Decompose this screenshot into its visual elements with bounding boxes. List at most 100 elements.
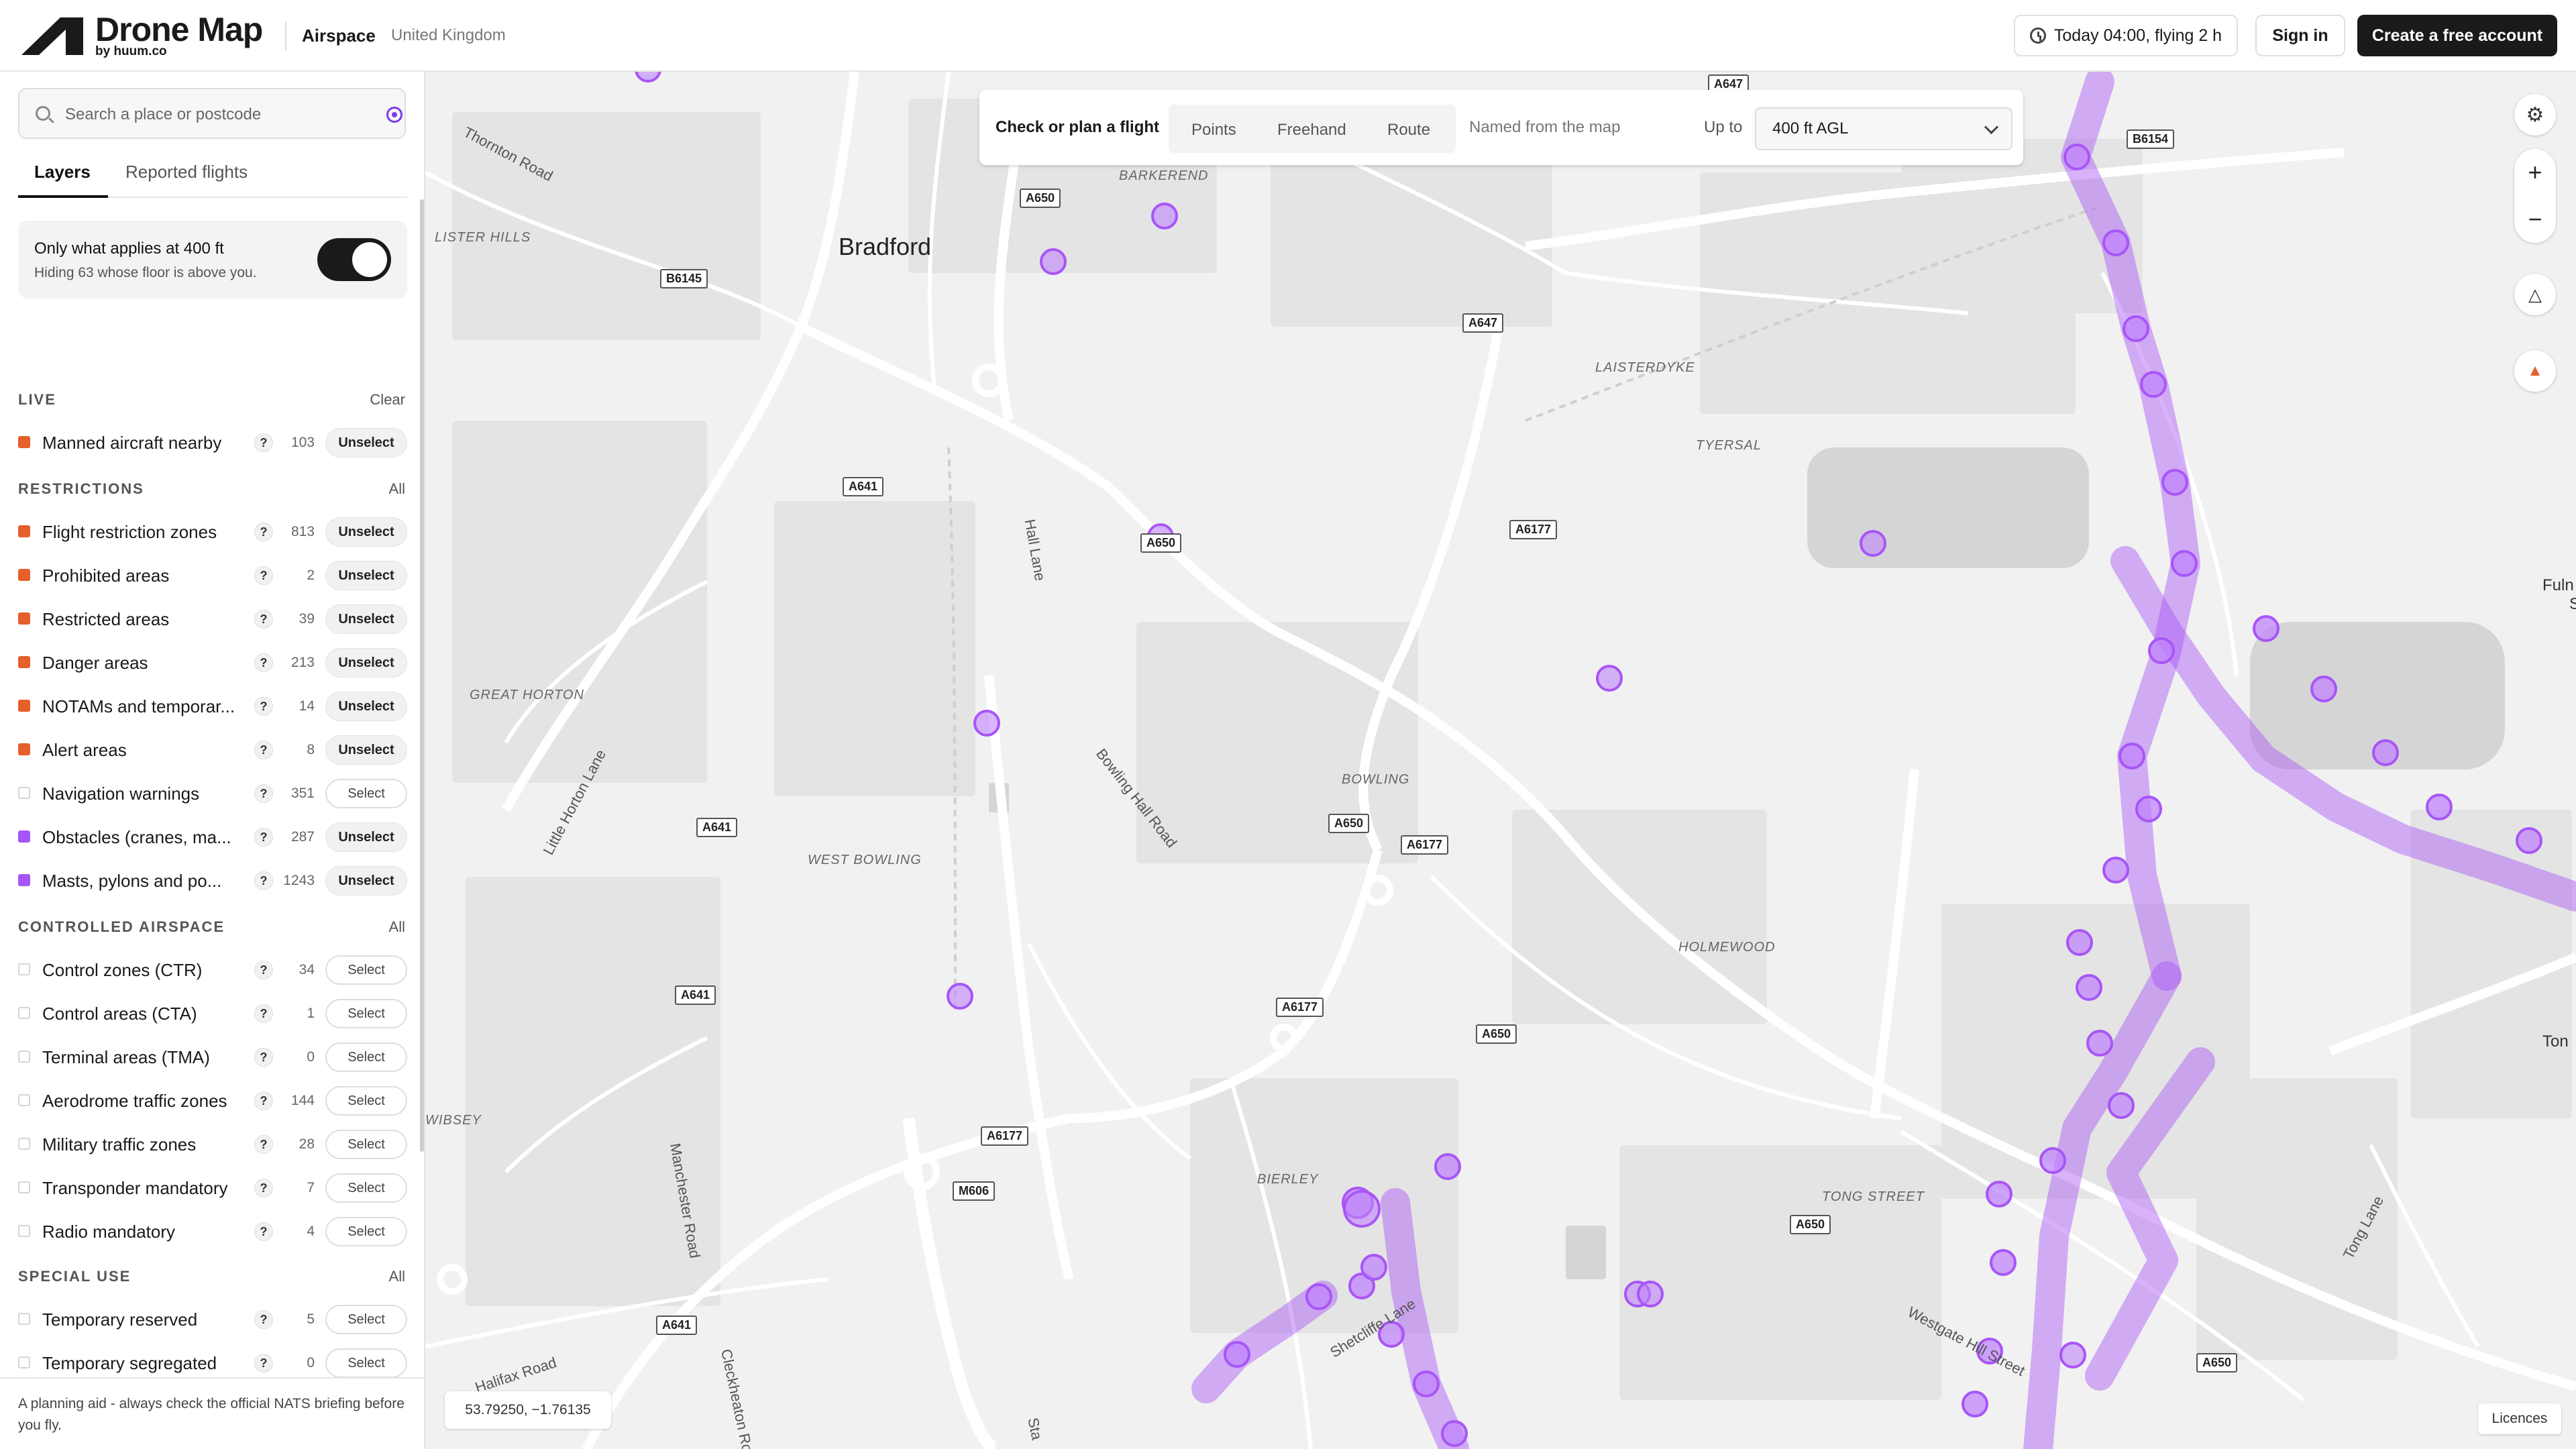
edge-place-label: Ton	[2542, 1032, 2569, 1051]
layer-toggle-button[interactable]: Unselect	[325, 517, 407, 547]
help-icon[interactable]: ?	[254, 697, 273, 716]
layer-row[interactable]: Temporary segregated? 0 Select	[18, 1346, 407, 1380]
help-icon[interactable]: ?	[254, 610, 273, 629]
layer-row[interactable]: Restricted areas? 39 Unselect	[18, 602, 407, 636]
layer-row[interactable]: Control zones (CTR)? 34 Select	[18, 953, 407, 987]
layer-toggle-button[interactable]: Select	[325, 1086, 407, 1116]
help-icon[interactable]: ?	[254, 1179, 273, 1197]
help-icon[interactable]: ?	[254, 1048, 273, 1067]
layer-color-swatch	[18, 1094, 30, 1106]
sidebar-scrollbar[interactable]	[420, 199, 424, 1152]
help-icon[interactable]: ?	[254, 741, 273, 759]
layer-count: 1243	[283, 873, 315, 888]
layer-toggle-button[interactable]: Unselect	[325, 561, 407, 590]
create-account-button[interactable]: Create a free account	[2357, 15, 2557, 56]
layer-row[interactable]: Radio mandatory? 4 Select	[18, 1215, 407, 1248]
layer-row[interactable]: NOTAMs and temporar...? 14 Unselect	[18, 690, 407, 723]
layer-color-swatch	[18, 700, 30, 712]
layer-row[interactable]: Obstacles (cranes, ma...? 287 Unselect	[18, 820, 407, 854]
map-canvas[interactable]: Bradford BARKEREND LISTER HILLS LAISTERD…	[425, 72, 2576, 1449]
mode-points-button[interactable]: Points	[1191, 121, 1236, 140]
layer-toggle-button[interactable]: Unselect	[325, 866, 407, 896]
help-icon[interactable]: ?	[254, 1354, 273, 1373]
drone-map-logo-icon	[21, 17, 83, 55]
layer-row[interactable]: Flight restriction zones? 813 Unselect	[18, 515, 407, 549]
section-action-link[interactable]: All	[389, 480, 405, 498]
help-icon[interactable]: ?	[254, 871, 273, 890]
help-icon[interactable]: ?	[254, 523, 273, 541]
layer-row[interactable]: Manned aircraft nearby? 103 Unselect	[18, 426, 407, 460]
layer-toggle-button[interactable]: Select	[325, 1042, 407, 1072]
licences-button[interactable]: Licences	[2478, 1403, 2561, 1434]
help-icon[interactable]: ?	[254, 1135, 273, 1154]
layer-row[interactable]: Prohibited areas? 2 Unselect	[18, 559, 407, 592]
layer-toggle-button[interactable]: Select	[325, 955, 407, 985]
help-icon[interactable]: ?	[254, 961, 273, 979]
help-icon[interactable]: ?	[254, 1004, 273, 1023]
layer-row[interactable]: Military traffic zones? 28 Select	[18, 1128, 407, 1161]
layer-row[interactable]: Alert areas? 8 Unselect	[18, 733, 407, 767]
layer-row[interactable]: Control areas (CTA)? 1 Select	[18, 997, 407, 1030]
top-header: Drone Map by huum.co Airspace United Kin…	[0, 0, 2576, 72]
layer-toggle-button[interactable]: Select	[325, 1130, 407, 1159]
road-shield: A6177	[1276, 998, 1324, 1017]
layer-label: Radio mandatory	[42, 1222, 175, 1242]
layer-toggle-button[interactable]: Select	[325, 1173, 407, 1203]
layer-color-swatch	[18, 1007, 30, 1019]
altitude-filter-title: Only what applies at 400 ft	[34, 239, 224, 258]
road-shield: A647	[1462, 313, 1504, 333]
mode-freehand-button[interactable]: Freehand	[1277, 121, 1346, 140]
layer-row[interactable]: Aerodrome traffic zones? 144 Select	[18, 1084, 407, 1118]
place-label-district: TONG STREET	[1822, 1189, 1925, 1204]
layer-count: 813	[290, 524, 315, 539]
layer-row[interactable]: Temporary reserved? 5 Select	[18, 1303, 407, 1336]
settings-gear-icon[interactable]: ⚙	[2514, 94, 2556, 136]
section-action-link[interactable]: Clear	[370, 391, 405, 409]
layer-toggle-button[interactable]: Select	[325, 1348, 407, 1378]
layer-toggle-button[interactable]: Unselect	[325, 648, 407, 678]
layer-toggle-button[interactable]: Unselect	[325, 822, 407, 852]
layer-row[interactable]: Transponder mandatory? 7 Select	[18, 1171, 407, 1205]
tilt-3d-icon[interactable]: △	[2514, 274, 2556, 315]
locate-me-icon[interactable]	[386, 107, 402, 123]
road-shield: A641	[656, 1316, 698, 1335]
compass-icon[interactable]: ▲	[2514, 350, 2556, 392]
sign-in-button[interactable]: Sign in	[2255, 15, 2345, 56]
altitude-select[interactable]: 400 ft AGL	[1755, 107, 2012, 150]
layer-label: Transponder mandatory	[42, 1178, 228, 1198]
layer-row[interactable]: Danger areas? 213 Unselect	[18, 646, 407, 680]
tab-layers[interactable]: Layers	[34, 162, 91, 182]
layer-toggle-button[interactable]: Select	[325, 1305, 407, 1334]
layer-toggle-button[interactable]: Unselect	[325, 604, 407, 634]
section-action-link[interactable]: All	[389, 918, 405, 936]
help-icon[interactable]: ?	[254, 784, 273, 803]
layer-toggle-button[interactable]: Unselect	[325, 735, 407, 765]
layer-toggle-button[interactable]: Select	[325, 779, 407, 808]
help-icon[interactable]: ?	[254, 566, 273, 585]
layer-toggle-button[interactable]: Select	[325, 999, 407, 1028]
section-action-link[interactable]: All	[389, 1268, 405, 1285]
place-label-district: WIBSEY	[425, 1113, 482, 1128]
help-icon[interactable]: ?	[254, 653, 273, 672]
altitude-filter-toggle[interactable]	[317, 238, 391, 281]
layer-toggle-button[interactable]: Unselect	[325, 428, 407, 458]
time-window-chip[interactable]: Today 04:00, flying 2 h	[2014, 15, 2238, 56]
help-icon[interactable]: ?	[254, 433, 273, 452]
tab-reported-flights[interactable]: Reported flights	[125, 162, 248, 182]
layer-toggle-button[interactable]: Select	[325, 1217, 407, 1246]
cursor-coordinates: 53.79250, −1.76135	[445, 1391, 611, 1429]
mode-route-button[interactable]: Route	[1387, 121, 1430, 140]
layer-row[interactable]: Masts, pylons and po...? 1243 Unselect	[18, 864, 407, 898]
zoom-out-button[interactable]: −	[2514, 196, 2556, 243]
search-input[interactable]: Search a place or postcode	[18, 88, 406, 139]
help-icon[interactable]: ?	[254, 1222, 273, 1241]
help-icon[interactable]: ?	[254, 1310, 273, 1329]
layer-toggle-button[interactable]: Unselect	[325, 692, 407, 721]
zoom-in-button[interactable]: +	[2514, 149, 2556, 196]
help-icon[interactable]: ?	[254, 828, 273, 847]
layer-row[interactable]: Navigation warnings? 351 Select	[18, 777, 407, 810]
help-icon[interactable]: ?	[254, 1091, 273, 1110]
layer-row[interactable]: Terminal areas (TMA)? 0 Select	[18, 1040, 407, 1074]
brand-logo[interactable]: Drone Map by huum.co	[19, 12, 274, 60]
place-label-district: TYERSAL	[1696, 438, 1762, 453]
